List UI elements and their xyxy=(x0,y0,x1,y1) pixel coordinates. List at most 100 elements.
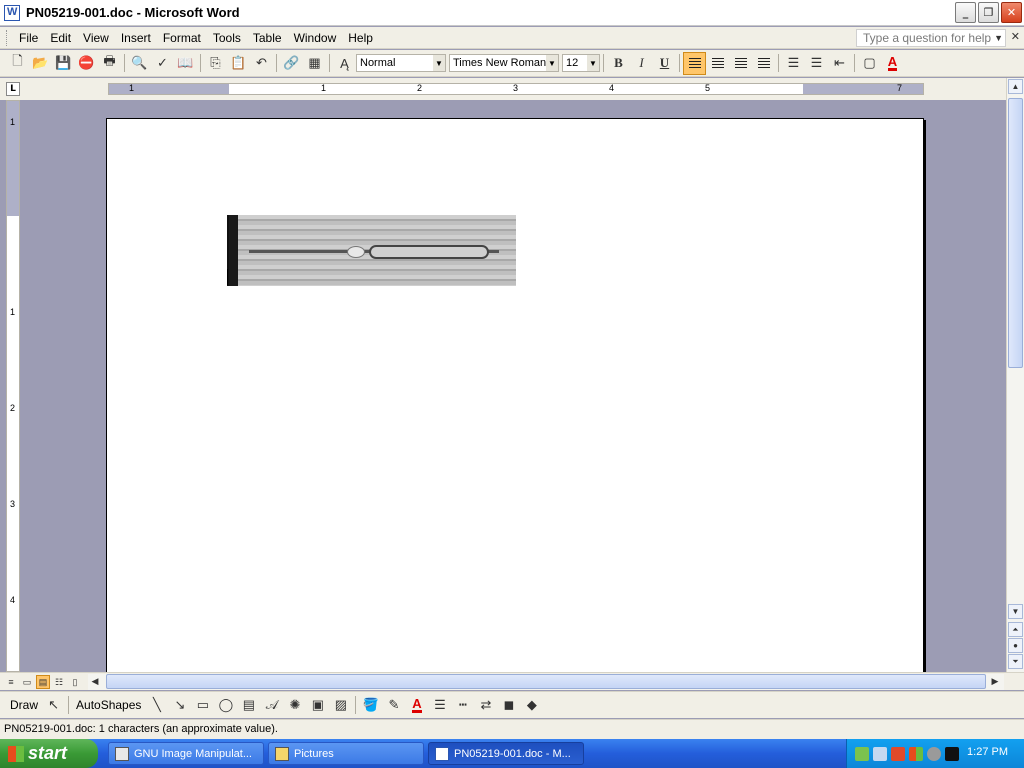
permission-icon[interactable]: ⛔ xyxy=(75,52,98,75)
line-color-icon[interactable]: ✎ xyxy=(382,694,405,717)
arrow-icon[interactable]: ↘ xyxy=(168,694,191,717)
autoshapes-menu-button[interactable]: AutoShapes xyxy=(72,698,145,712)
chevron-down-icon[interactable]: ▼ xyxy=(546,55,558,71)
3d-style-icon[interactable]: ◆ xyxy=(520,694,543,717)
chevron-down-icon[interactable]: ▼ xyxy=(433,55,445,71)
styles-formatting-icon[interactable]: Ą xyxy=(333,52,356,75)
task-gimp[interactable]: GNU Image Manipulat... xyxy=(108,742,264,765)
arrow-style-icon[interactable]: ⇄ xyxy=(474,694,497,717)
normal-view-icon[interactable]: ≡ xyxy=(4,675,18,689)
font-size-select[interactable]: 12 ▼ xyxy=(562,54,600,72)
clock[interactable]: 1:27 PM xyxy=(967,746,1008,758)
restore-button[interactable]: ❐ xyxy=(978,2,999,23)
outline-view-icon[interactable]: ☷ xyxy=(52,675,66,689)
close-document-icon[interactable]: ✕ xyxy=(1011,30,1020,43)
rectangle-icon[interactable]: ▭ xyxy=(191,694,214,717)
justify-button[interactable] xyxy=(752,52,775,75)
scroll-up-icon[interactable]: ▲ xyxy=(1008,79,1023,94)
print-layout-icon[interactable]: ▤ xyxy=(36,675,50,689)
insert-table-icon[interactable]: ▦ xyxy=(303,52,326,75)
align-right-button[interactable] xyxy=(729,52,752,75)
web-layout-icon[interactable]: ▭ xyxy=(20,675,34,689)
dash-style-icon[interactable]: ┅ xyxy=(451,694,474,717)
borders-icon[interactable]: ▢ xyxy=(858,52,881,75)
vertical-scroll-thumb[interactable] xyxy=(1008,98,1023,368)
bold-button[interactable]: B xyxy=(607,52,630,75)
menu-help[interactable]: Help xyxy=(342,29,379,47)
line-style-icon[interactable]: ☰ xyxy=(428,694,451,717)
select-objects-icon[interactable]: ↖ xyxy=(42,694,65,717)
clock-sync-icon[interactable] xyxy=(927,746,941,761)
menu-view[interactable]: View xyxy=(77,29,115,47)
insert-picture-icon[interactable]: ▨ xyxy=(329,694,352,717)
menu-file[interactable]: File xyxy=(13,29,44,47)
antivirus-icon[interactable] xyxy=(945,746,959,761)
oval-icon[interactable]: ◯ xyxy=(214,694,237,717)
open-folder-icon[interactable]: 📂 xyxy=(29,52,52,75)
copy-icon[interactable]: ⎘ xyxy=(204,52,227,75)
scroll-left-icon[interactable]: ◀ xyxy=(88,674,102,688)
volume-icon[interactable] xyxy=(873,746,887,761)
menu-table[interactable]: Table xyxy=(247,29,288,47)
menu-window[interactable]: Window xyxy=(288,29,343,47)
undo-icon[interactable]: ↶ xyxy=(250,52,273,75)
align-left-button[interactable] xyxy=(683,51,706,75)
font-color-button[interactable]: A xyxy=(881,52,904,75)
task-word-document[interactable]: PN05219-001.doc - M... xyxy=(428,742,584,765)
scroll-right-icon[interactable]: ▶ xyxy=(988,674,1002,688)
inserted-photo[interactable] xyxy=(227,215,516,286)
hyperlink-icon[interactable]: 🔗 xyxy=(280,52,303,75)
vertical-ruler[interactable]: 1 1 2 3 4 xyxy=(6,100,20,672)
diagram-icon[interactable]: ✺ xyxy=(283,694,306,717)
style-select[interactable]: Normal ▼ xyxy=(356,54,446,72)
previous-page-icon[interactable]: ⏶ xyxy=(1008,622,1023,637)
print-preview-icon[interactable]: 🔍 xyxy=(128,52,151,75)
scroll-down-icon[interactable]: ▼ xyxy=(1008,604,1023,619)
windows-update-icon[interactable] xyxy=(909,746,923,761)
minimize-button[interactable]: _ xyxy=(955,2,976,23)
network-icon[interactable] xyxy=(855,746,869,761)
menubar-grip[interactable] xyxy=(6,29,9,46)
menu-insert[interactable]: Insert xyxy=(115,29,157,47)
next-page-icon[interactable]: ⏷ xyxy=(1008,654,1023,669)
chevron-down-icon[interactable]: ▼ xyxy=(994,30,1003,46)
bullets-icon[interactable]: ☰ xyxy=(805,52,828,75)
menu-tools[interactable]: Tools xyxy=(207,29,247,47)
draw-menu-button[interactable]: Draw xyxy=(6,698,42,712)
line-icon[interactable]: ╲ xyxy=(145,694,168,717)
task-pictures[interactable]: Pictures xyxy=(268,742,424,765)
decrease-indent-icon[interactable]: ⇤ xyxy=(828,52,851,75)
help-search-input[interactable]: Type a question for help ▼ xyxy=(856,29,1006,47)
italic-button[interactable]: I xyxy=(630,52,653,75)
menu-edit[interactable]: Edit xyxy=(44,29,77,47)
security-alert-icon[interactable] xyxy=(891,746,905,761)
wordart-icon[interactable]: 𝒜 xyxy=(260,694,283,717)
menu-format[interactable]: Format xyxy=(157,29,207,47)
save-icon[interactable]: 💾 xyxy=(52,52,75,75)
document-page[interactable] xyxy=(106,118,924,672)
start-button[interactable]: start xyxy=(0,739,98,768)
shadow-style-icon[interactable]: ◼ xyxy=(497,694,520,717)
horizontal-scroll-thumb[interactable] xyxy=(106,674,986,689)
word-doc-icon[interactable] xyxy=(4,4,20,21)
horizontal-ruler[interactable]: 1 1 2 3 4 5 7 xyxy=(108,83,924,95)
underline-button[interactable]: U xyxy=(653,52,676,75)
align-center-button[interactable] xyxy=(706,52,729,75)
text-box-icon[interactable]: ▤ xyxy=(237,694,260,717)
new-document-icon[interactable]: 🗋 xyxy=(6,52,29,75)
paste-icon[interactable]: 📋 xyxy=(227,52,250,75)
select-browse-object-icon[interactable]: ● xyxy=(1008,638,1023,653)
print-icon[interactable]: 🖶 xyxy=(98,52,121,75)
chevron-down-icon[interactable]: ▼ xyxy=(587,55,599,71)
draw-font-color-icon[interactable]: A xyxy=(405,694,428,717)
spelling-icon[interactable]: ✓ xyxy=(151,52,174,75)
numbering-icon[interactable]: ☰ xyxy=(782,52,805,75)
reading-layout-icon[interactable]: ▯ xyxy=(68,675,82,689)
research-icon[interactable]: 📖 xyxy=(174,52,197,75)
horizontal-scrollbar[interactable]: ◀ ▶ xyxy=(88,674,1004,690)
close-button[interactable]: ✕ xyxy=(1001,2,1022,23)
vertical-scrollbar[interactable]: ▲ ▼ ⏶ ● ⏷ xyxy=(1006,78,1024,672)
tab-selector[interactable]: L xyxy=(6,82,20,96)
fill-color-icon[interactable]: 🪣 xyxy=(359,694,382,717)
font-select[interactable]: Times New Roman ▼ xyxy=(449,54,559,72)
